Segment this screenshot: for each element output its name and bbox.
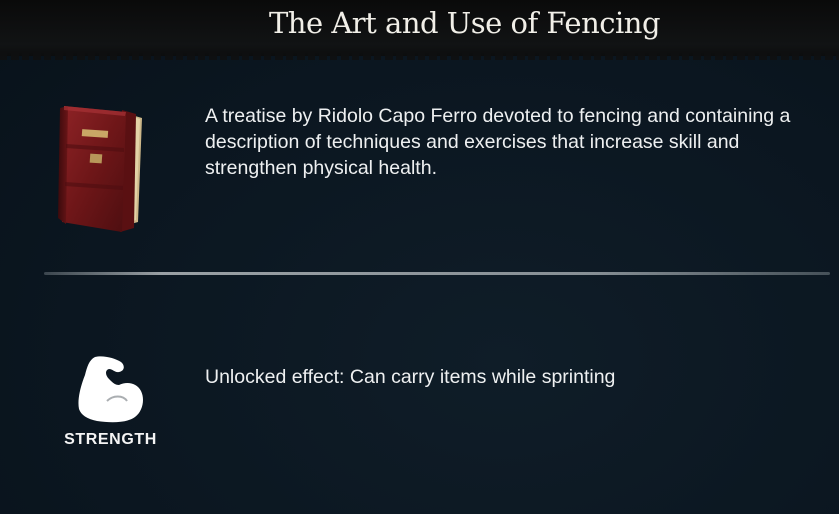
flexed-arm-icon xyxy=(75,355,147,425)
item-description: A treatise by Ridolo Capo Ferro devoted … xyxy=(205,105,791,179)
section-divider xyxy=(44,272,830,275)
stat-label: STRENGTH xyxy=(64,431,157,448)
red-book-icon xyxy=(56,104,148,236)
unlocked-effect-text: Unlocked effect: Can carry items while s… xyxy=(205,366,616,388)
title-banner: The Art and Use of Fencing xyxy=(0,0,839,60)
page-title: The Art and Use of Fencing xyxy=(268,6,661,40)
